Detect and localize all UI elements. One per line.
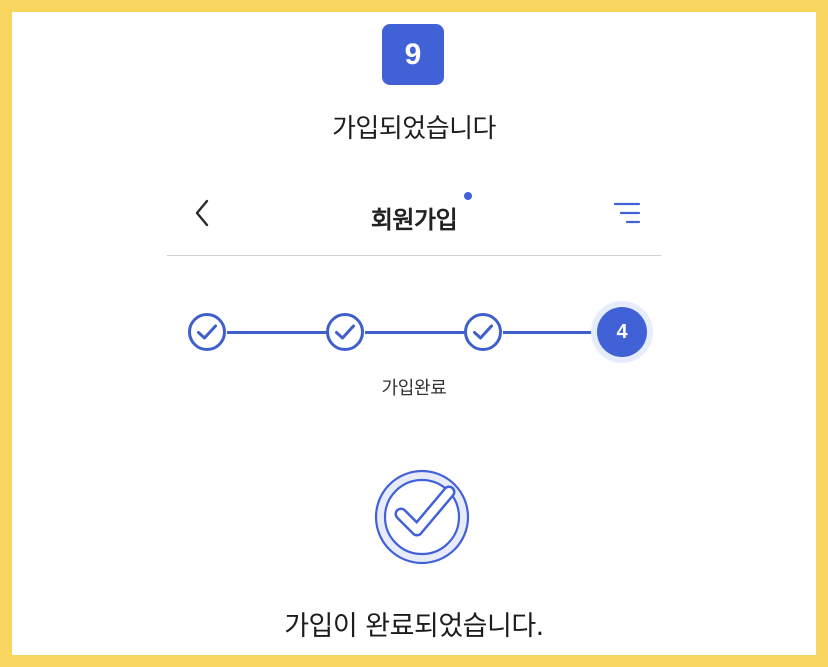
check-badge-icon (374, 469, 470, 565)
check-circle-icon (326, 313, 364, 351)
phone-screen: 회원가입 4 가입완료 가입이 완료되었습니다. (167, 172, 661, 655)
check-circle-icon (464, 313, 502, 351)
progress-stepper: 4 (167, 297, 661, 367)
check-circle-icon (188, 313, 226, 351)
header-divider (167, 255, 661, 256)
step-number-badge: 9 (382, 24, 444, 85)
menu-button[interactable] (611, 198, 643, 228)
step-connector (503, 331, 603, 334)
step-connector (227, 331, 327, 334)
notification-dot (464, 192, 472, 200)
screenshot-frame: 9 가입되었습니다 회원가입 4 가입완료 가입이 완료되었습니다. (12, 12, 816, 655)
current-step-label: 가입완료 (381, 378, 447, 399)
step-1-done (187, 312, 227, 352)
caption: 가입되었습니다 (332, 114, 496, 144)
page-title: 회원가입 (370, 206, 458, 234)
completion-message: 가입이 완료되었습니다. (284, 611, 544, 642)
step-2-done (325, 312, 365, 352)
menu-icon (613, 202, 641, 224)
step-4-current: 4 (597, 307, 647, 357)
step-3-done (463, 312, 503, 352)
step-connector (365, 331, 465, 334)
app-header: 회원가입 (167, 172, 661, 256)
